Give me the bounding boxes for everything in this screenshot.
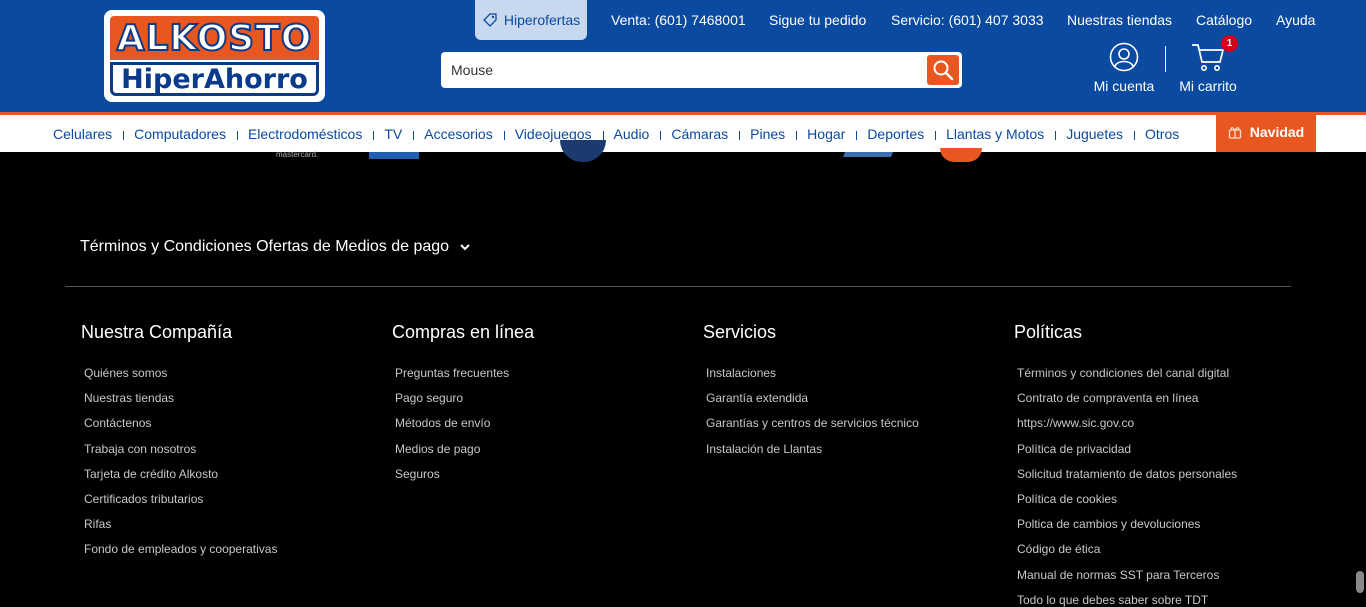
hiperofertas-button[interactable]: Hiperofertas [475,0,587,40]
footer-link[interactable]: Fondo de empleados y cooperativas [84,542,277,567]
footer-divider [65,286,1291,287]
nav-item-electrodomesticos[interactable]: Electrodomésticos [237,126,375,142]
gift-icon [1228,127,1241,139]
footer-column-services: Servicios Instalaciones Garantía extendi… [703,322,919,467]
nav-item-accesorios[interactable]: Accesorios [413,126,506,142]
hiperofertas-label: Hiperofertas [503,12,581,28]
footer-link[interactable]: Política de cookies [1017,492,1237,517]
footer-link[interactable]: Política de privacidad [1017,442,1237,467]
nav-item-audio[interactable]: Audio [603,126,662,142]
footer-link[interactable]: https://www.sic.gov.co [1017,416,1237,441]
column-title: Nuestra Compañía [81,322,233,342]
payment-logo-round [560,140,606,162]
nav-item-pines[interactable]: Pines [739,126,798,142]
service-phone-link[interactable]: Servicio: (601) 407 3033 [891,12,1044,28]
footer-column-policies: Políticas Términos y condiciones del can… [1014,322,1237,607]
nav-item-celulares[interactable]: Celulares [42,126,125,142]
footer-link[interactable]: Trabaja con nosotros [84,442,277,467]
footer-link[interactable]: Instalaciones [706,366,919,391]
track-order-link[interactable]: Sigue tu pedido [769,12,866,28]
column-title: Políticas [1014,322,1083,342]
catalog-link[interactable]: Catálogo [1196,12,1252,28]
our-stores-link[interactable]: Nuestras tiendas [1067,12,1172,28]
footer-link[interactable]: Poltica de cambios y devoluciones [1017,517,1237,542]
footer-link[interactable]: Métodos de envío [395,416,534,441]
footer-link[interactable]: Medios de pago [395,442,534,467]
footer-column-company: Nuestra Compañía Quiénes somos Nuestras … [81,322,277,568]
search-icon [933,60,954,81]
account-label: Mi cuenta [1093,78,1155,94]
user-icon [1109,42,1139,72]
search-bar [441,52,962,88]
footer-link[interactable]: Quiénes somos [84,366,277,391]
column-title: Compras en línea [392,322,535,342]
chevron-down-icon [460,244,470,251]
payment-terms-toggle[interactable]: Términos y Condiciones Ofertas de Medios… [80,238,471,256]
footer-link[interactable]: Manual de normas SST para Terceros [1017,568,1237,593]
cart-button[interactable]: 1 Mi carrito [1175,35,1241,94]
nav-item-llantas-y-motos[interactable]: Llantas y Motos [935,126,1057,142]
footer-link[interactable]: Contrato de compraventa en línea [1017,391,1237,416]
footer-link[interactable]: Tarjeta de crédito Alkosto [84,467,277,492]
footer-link[interactable]: Contáctenos [84,416,277,441]
nav-item-camaras[interactable]: Cámaras [660,126,740,142]
page-scrollbar[interactable] [1356,571,1364,593]
account-button[interactable]: Mi cuenta [1090,42,1158,94]
cart-label: Mi carrito [1179,78,1237,94]
footer-link[interactable]: Seguros [395,467,534,492]
nav-item-hogar[interactable]: Hogar [796,126,858,142]
help-link[interactable]: Ayuda [1276,12,1315,28]
tag-icon [482,13,497,27]
search-input[interactable] [441,52,921,88]
footer-link[interactable]: Rifas [84,517,277,542]
nav-item-juguetes[interactable]: Juguetes [1055,126,1135,142]
footer-link[interactable]: Solicitud tratamiento de datos personale… [1017,467,1237,492]
page: ALKOSTO HiperAhorro Hiperofertas Venta: … [0,0,1366,607]
column-title: Servicios [703,322,777,342]
navidad-label: Navidad [1249,124,1305,140]
payment-terms-label: Términos y Condiciones Ofertas de Medios… [80,238,450,255]
footer-link[interactable]: Todo lo que debes saber sobre TDT [1017,593,1237,607]
search-button[interactable] [927,55,959,85]
footer-link[interactable]: Nuestras tiendas [84,391,277,416]
footer-link[interactable]: Certificados tributarios [84,492,277,517]
nav-item-tv[interactable]: TV [373,126,415,142]
payment-logo-orange [940,148,982,162]
payment-logo-stripe [843,152,893,157]
nav-item-navidad[interactable]: Navidad [1216,112,1316,152]
footer-link[interactable]: Preguntas frecuentes [395,366,534,391]
site-header: ALKOSTO HiperAhorro Hiperofertas Venta: … [0,0,1366,112]
category-nav: Celulares Computadores Electrodomésticos… [0,112,1366,152]
footer-link[interactable]: Instalación de Llantas [706,442,919,467]
alkosto-logo[interactable]: ALKOSTO HiperAhorro [104,10,325,102]
logo-bottom-text: HiperAhorro [121,63,308,95]
mastercard-logo: mastercard. [276,150,319,159]
footer-link[interactable]: Código de ética [1017,542,1237,567]
nav-item-computadores[interactable]: Computadores [123,126,238,142]
header-divider [1165,46,1166,72]
cart-count-badge: 1 [1221,35,1238,52]
footer-column-online: Compras en línea Preguntas frecuentes Pa… [392,322,534,492]
nav-item-deportes[interactable]: Deportes [856,126,936,142]
footer-link[interactable]: Garantía extendida [706,391,919,416]
footer-link[interactable]: Pago seguro [395,391,534,416]
nav-item-otros[interactable]: Otros [1134,126,1190,142]
logo-top-text: ALKOSTO [116,17,313,60]
footer-link[interactable]: Términos y condiciones del canal digital [1017,366,1237,391]
sales-phone-link[interactable]: Venta: (601) 7468001 [611,12,746,28]
payment-logo-blue [369,152,419,159]
footer-link[interactable]: Garantías y centros de servicios técnico [706,416,919,441]
